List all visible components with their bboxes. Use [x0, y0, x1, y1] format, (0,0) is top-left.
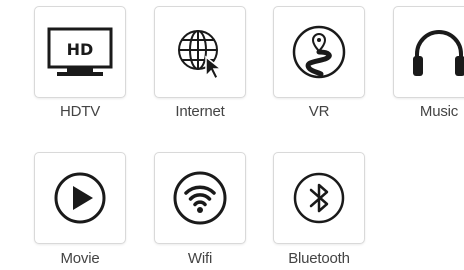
bluetooth-icon [293, 172, 345, 224]
tile-movie[interactable] [34, 152, 126, 244]
tv-icon: HD [47, 27, 113, 76]
tv-hd-text: HD [67, 40, 94, 59]
tile-internet[interactable] [154, 6, 246, 98]
tile-music[interactable] [393, 6, 464, 98]
tile-label-wifi: Wifi [187, 250, 213, 267]
tile-label-music: Music [419, 103, 459, 120]
tile-hdtv[interactable]: HD [34, 6, 126, 98]
tile-label-internet: Internet [175, 103, 225, 120]
route-pin-icon [292, 25, 346, 79]
play-icon [54, 172, 106, 224]
tile-vr[interactable] [273, 6, 365, 98]
tile-label-vr: VR [308, 103, 330, 120]
globe-cursor-icon [178, 30, 224, 81]
headphones-icon [413, 30, 464, 76]
tile-label-bluetooth: Bluetooth [288, 250, 350, 267]
tile-label-movie: Movie [60, 250, 100, 267]
tile-label-hdtv: HDTV [59, 103, 101, 120]
tile-bluetooth[interactable] [273, 152, 365, 244]
tile-wifi[interactable] [154, 152, 246, 244]
wifi-icon [173, 171, 227, 225]
